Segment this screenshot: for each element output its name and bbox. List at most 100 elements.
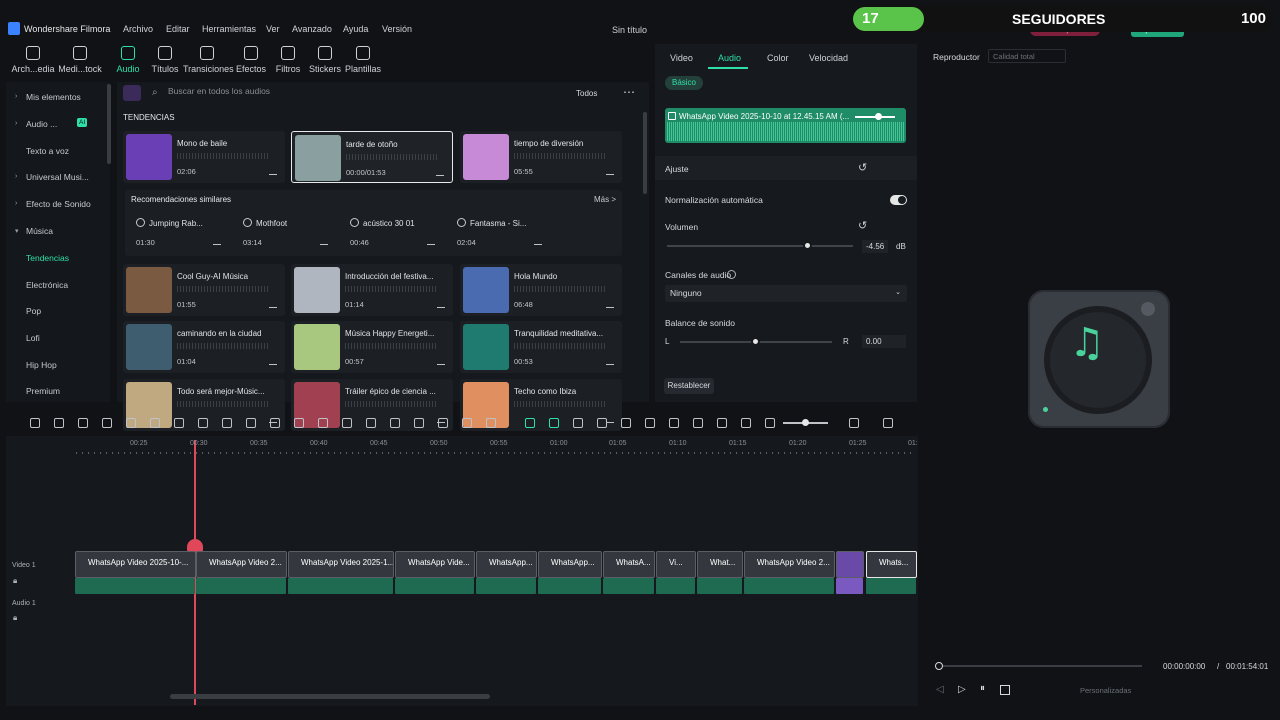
audio-card[interactable]: Música Happy Energeti... 00:57 (291, 321, 453, 373)
timeline-tool-icon[interactable] (198, 418, 208, 428)
quality-dropdown[interactable]: Calidad total (988, 49, 1066, 63)
timeline-tool-icon[interactable] (849, 418, 859, 428)
timeline-tool-icon[interactable] (246, 418, 256, 428)
more-link[interactable]: Más > (594, 195, 616, 204)
menu-avanzado[interactable]: Avanzado (292, 24, 332, 34)
sidebar-item-2[interactable]: Audio ... (26, 119, 57, 129)
sidebar-item-6[interactable]: Música (26, 226, 53, 236)
play-icon[interactable] (136, 218, 145, 227)
timeline-tool-icon[interactable] (549, 418, 559, 428)
timeline-tool-icon[interactable] (318, 418, 328, 428)
timeline-tool-icon[interactable] (102, 418, 112, 428)
play-icon[interactable] (457, 218, 466, 227)
reset-button[interactable]: Restablecer (664, 378, 714, 394)
audio-card[interactable]: Mono de baile 02:06 (123, 131, 285, 183)
library-folder-icon[interactable] (123, 85, 141, 101)
timeline-scrollbar[interactable] (170, 694, 490, 699)
zoom-dropdown[interactable]: Personalizadas (1080, 686, 1131, 695)
player-scrubber[interactable] (938, 665, 1142, 667)
menu-editar[interactable]: Editar (166, 24, 190, 34)
video-clip[interactable] (836, 551, 864, 578)
chevron-right-icon[interactable]: › (15, 173, 17, 180)
download-icon[interactable] (269, 298, 277, 308)
audio-card[interactable]: Tranquilidad meditativa... 00:53 (460, 321, 622, 373)
toolbar-transition[interactable]: Transiciones (183, 46, 234, 74)
video-clip[interactable]: WhatsApp Video 2... (744, 551, 835, 578)
video-clip[interactable]: WhatsApp Vide... (395, 551, 475, 578)
filter-dropdown[interactable]: Todos (576, 89, 597, 98)
download-icon[interactable] (427, 236, 435, 245)
sidebar-item-12[interactable]: Premium (26, 386, 60, 396)
download-icon[interactable] (534, 236, 542, 245)
chevron-down-icon[interactable]: ▾ (15, 227, 19, 235)
play-icon[interactable] (243, 218, 252, 227)
timeline-tool-icon[interactable] (741, 418, 751, 428)
download-icon[interactable] (436, 166, 444, 176)
timeline-tool-icon[interactable] (438, 418, 448, 428)
timeline-tool-icon[interactable] (30, 418, 40, 428)
volume-slider[interactable] (667, 245, 853, 247)
timeline-tool-icon[interactable] (645, 418, 655, 428)
timeline-tool-icon[interactable] (294, 418, 304, 428)
download-icon[interactable] (320, 236, 328, 245)
timeline-tool-icon[interactable] (78, 418, 88, 428)
video-clip[interactable]: WhatsApp Video 2025-10-... (75, 551, 196, 578)
timeline-tool-icon[interactable] (525, 418, 535, 428)
audio-card[interactable]: Hola Mundo 06:48 (460, 264, 622, 316)
timeline-tool-icon[interactable] (597, 418, 607, 428)
balance-knob[interactable] (751, 337, 760, 346)
timeline-tool-icon[interactable] (414, 418, 424, 428)
sidebar-scrollbar[interactable] (107, 84, 111, 164)
download-icon[interactable] (606, 298, 614, 308)
toolbar-template[interactable]: Plantillas (339, 46, 387, 74)
timeline-tool-icon[interactable] (621, 418, 631, 428)
tab-video[interactable]: Video (670, 53, 693, 63)
toolbar-stock-media[interactable]: Medi...tock (56, 46, 104, 74)
menu-ver[interactable]: Ver (266, 24, 280, 34)
timeline-tool-icon[interactable] (342, 418, 352, 428)
subtab-basic[interactable]: Básico (665, 76, 703, 90)
audio-card[interactable]: Cool Guy-AI Música 01:55 (123, 264, 285, 316)
video-clip[interactable]: What... (697, 551, 743, 578)
video-clip[interactable]: WhatsApp Video 2025-1... (288, 551, 394, 578)
audio-card[interactable]: caminando en la ciudad 01:04 (123, 321, 285, 373)
video-clip[interactable]: WhatsApp... (476, 551, 537, 578)
volume-value[interactable]: -4.56 (862, 240, 889, 253)
reset-icon[interactable]: ↺ (858, 161, 867, 174)
sidebar-item-7[interactable]: Tendencias (26, 253, 69, 263)
menu-version[interactable]: Versión (382, 24, 412, 34)
download-icon[interactable] (437, 298, 445, 308)
audio-track-lock-icon[interactable]: 🔒︎ (13, 613, 17, 623)
similar-item-title[interactable]: Fantasma - Si... (470, 219, 526, 228)
auto-normalize-toggle[interactable] (890, 195, 907, 205)
sidebar-item-5[interactable]: Efecto de Sonido (26, 199, 91, 209)
video-clip[interactable]: WhatsApp... (538, 551, 602, 578)
timeline-tool-icon[interactable] (174, 418, 184, 428)
video-clip[interactable]: Whats... (866, 551, 917, 578)
timeline-tool-icon[interactable] (693, 418, 703, 428)
player-scrubber-knob[interactable] (935, 662, 943, 670)
timeline-tool-icon[interactable] (573, 418, 583, 428)
timeline-tool-icon[interactable] (669, 418, 679, 428)
timeline-tool-icon[interactable] (390, 418, 400, 428)
video-clip[interactable]: WhatsA... (603, 551, 655, 578)
audio-card[interactable]: tarde de otoño 00:00/01:53 (291, 131, 453, 183)
tab-audio[interactable]: Audio (718, 53, 741, 63)
sidebar-item-9[interactable]: Pop (26, 306, 41, 316)
audio-card[interactable]: Introducción del festiva... 01:14 (291, 264, 453, 316)
timeline-tool-icon[interactable] (486, 418, 496, 428)
search-input[interactable]: Buscar en todos los audios (168, 86, 588, 102)
timeline-tool-icon[interactable] (54, 418, 64, 428)
download-icon[interactable] (269, 165, 277, 175)
menu-ayuda[interactable]: Ayuda (343, 24, 368, 34)
timeline-tool-icon[interactable] (765, 418, 775, 428)
download-icon[interactable] (606, 355, 614, 365)
previous-frame-icon[interactable]: ◁ (936, 684, 944, 695)
similar-item-title[interactable]: acústico 30 01 (363, 219, 415, 228)
download-icon[interactable] (269, 355, 277, 365)
download-icon[interactable] (606, 165, 614, 175)
timeline-tool-icon[interactable] (270, 418, 280, 428)
stop-icon[interactable] (1000, 685, 1010, 695)
volume-knob[interactable] (803, 241, 812, 250)
library-scrollbar[interactable] (643, 112, 647, 194)
